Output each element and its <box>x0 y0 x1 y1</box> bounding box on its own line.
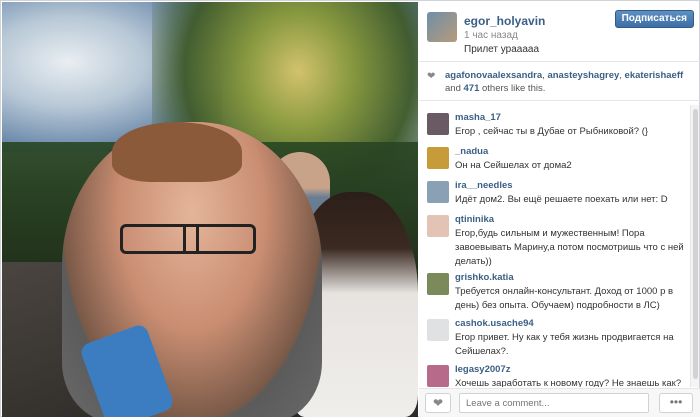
post-photo[interactable] <box>2 2 418 417</box>
like-user[interactable]: anasteyshagrey <box>547 70 619 81</box>
likes-summary: ❤ agafonovaalexsandra, anasteyshagrey, e… <box>419 63 700 101</box>
photo-glasses <box>120 224 256 254</box>
post-header: egor_holyavin 1 час назад Прилет урааааа… <box>419 2 700 62</box>
scrollbar-thumb[interactable] <box>693 109 698 379</box>
comment-text: Хочешь заработать к новому году? Не знае… <box>455 378 682 387</box>
photo-hair <box>112 122 242 182</box>
post-username[interactable]: egor_holyavin <box>464 14 545 28</box>
comment-text: Идёт дом2. Вы ещё решаете поехать или не… <box>455 194 668 205</box>
avatar[interactable] <box>427 273 449 295</box>
likes-suffix: others like this. <box>482 83 546 94</box>
comments-list[interactable]: masha_17 Егор , сейчас ты в Дубае от Рыб… <box>419 105 689 387</box>
heart-icon: ❤ <box>432 396 444 410</box>
avatar[interactable] <box>427 319 449 341</box>
avatar[interactable] <box>427 365 449 387</box>
likes-and: and <box>445 83 461 94</box>
comments-scrollbar[interactable] <box>690 105 699 387</box>
like-button[interactable]: ❤ <box>425 393 451 413</box>
comment-text: Егор привет. Ну как у тебя жизнь продвиг… <box>455 332 674 357</box>
more-options-button[interactable]: ••• <box>659 393 693 413</box>
heart-icon: ❤ <box>427 71 436 82</box>
like-user[interactable]: ekaterishaeff <box>625 70 684 81</box>
comment-text: Он на Сейшелах от дома2 <box>455 160 572 171</box>
comment-username[interactable]: cashok.usache94 <box>455 318 534 329</box>
comment-username[interactable]: _nadua <box>455 146 488 157</box>
comment-username[interactable]: masha_17 <box>455 112 501 123</box>
avatar[interactable] <box>427 215 449 237</box>
likes-count[interactable]: 471 <box>464 83 480 94</box>
comment-text: Егор,будь сильным и мужественным! Пора з… <box>455 228 684 267</box>
avatar[interactable] <box>427 181 449 203</box>
comment-username[interactable]: legasy2007z <box>455 364 510 375</box>
avatar[interactable] <box>427 113 449 135</box>
comment-footer: ❤ ••• <box>419 388 700 417</box>
post-caption: Прилет урааааа <box>464 44 540 55</box>
comment-username[interactable]: ira__needles <box>455 180 513 191</box>
comment-text: Егор , сейчас ты в Дубае от Рыбниковой? … <box>455 126 649 137</box>
comment-username[interactable]: grishko.katia <box>455 272 514 283</box>
avatar[interactable] <box>427 147 449 169</box>
comment-input[interactable] <box>459 393 649 413</box>
avatar[interactable] <box>427 12 457 42</box>
comment-text: Требуется онлайн-консультант. Доход от 1… <box>455 286 674 311</box>
post-frame: egor_holyavin 1 час назад Прилет урааааа… <box>0 0 700 417</box>
post-time: 1 час назад <box>464 30 518 41</box>
follow-button[interactable]: Подписаться <box>614 10 694 28</box>
like-user[interactable]: agafonovaalexsandra <box>445 70 542 81</box>
comment-username[interactable]: qtininika <box>455 214 494 225</box>
